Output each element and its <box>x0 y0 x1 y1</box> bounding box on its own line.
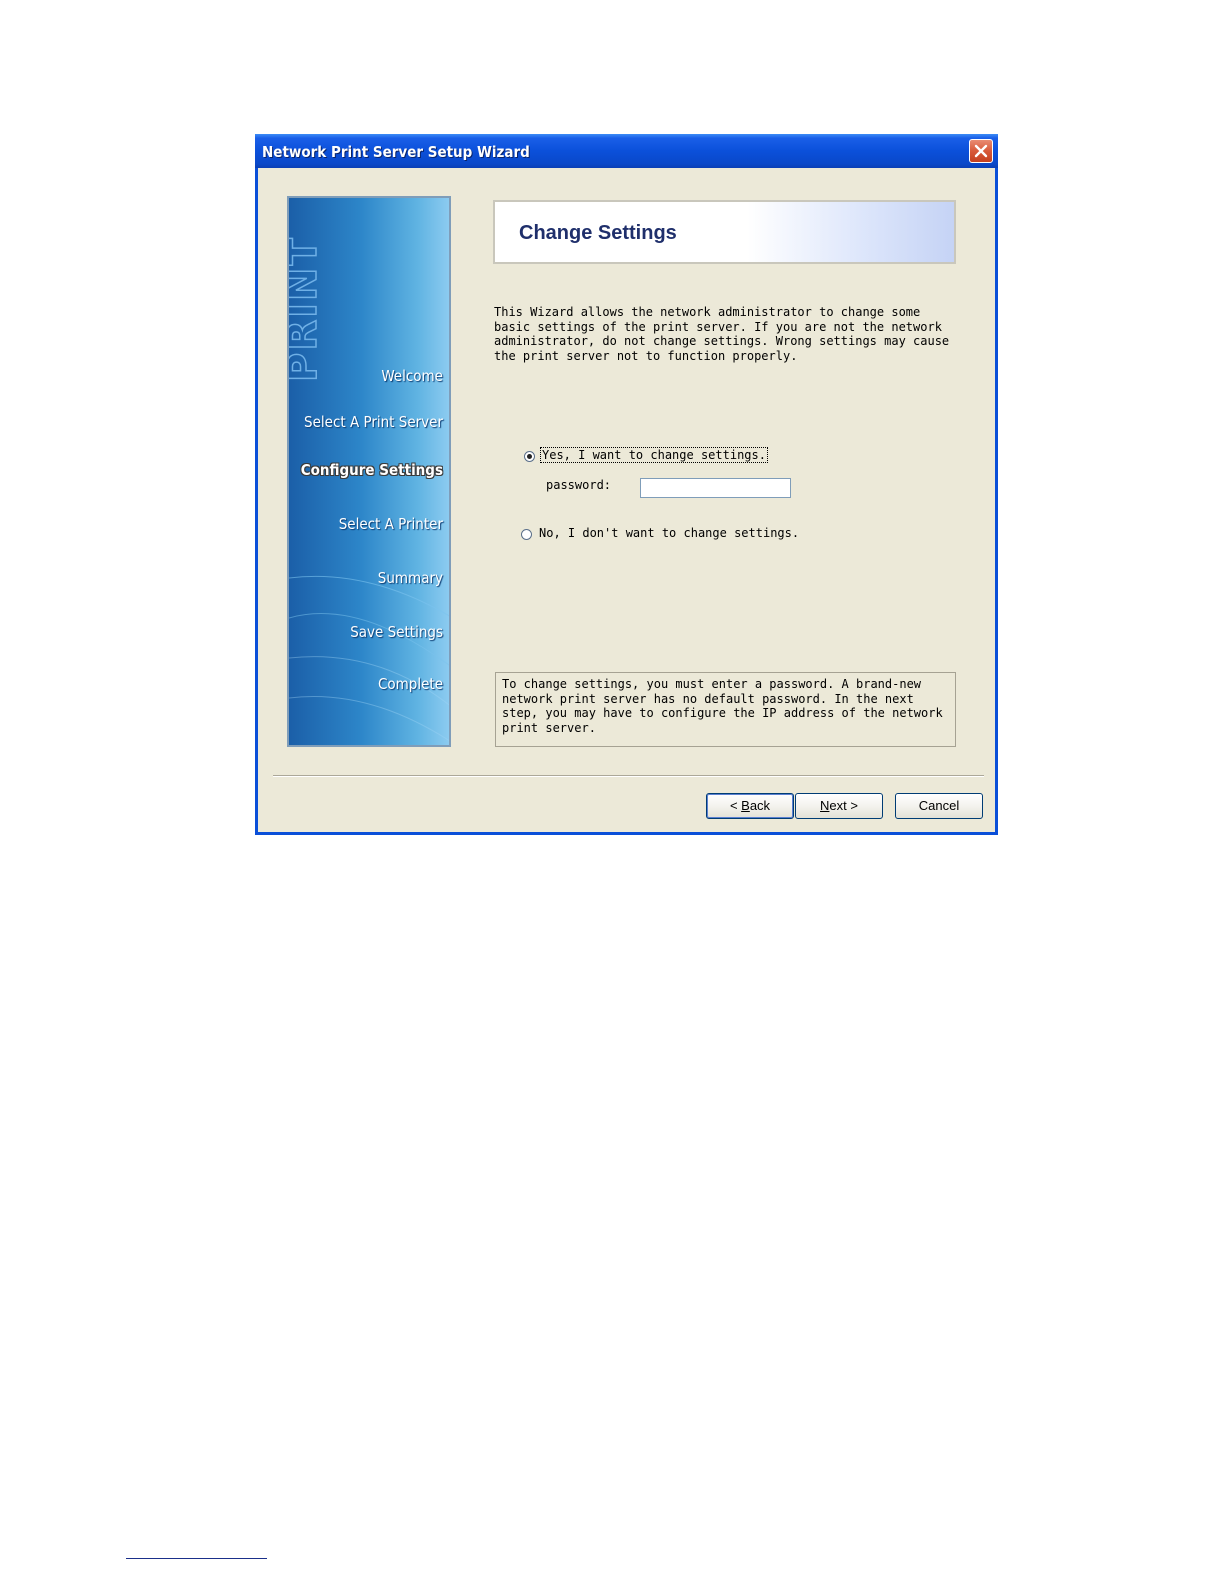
step-select-print-server: Select A Print Server <box>304 413 443 431</box>
step-save-settings: Save Settings <box>350 623 443 641</box>
password-label: password: <box>546 478 612 492</box>
print-watermark-icon: PRINT <box>289 235 323 382</box>
page-header: Change Settings <box>493 200 956 264</box>
window-title: Network Print Server Setup Wizard <box>262 143 530 161</box>
radio-no-label[interactable]: No, I don't want to change settings. <box>539 526 799 541</box>
step-complete: Complete <box>377 675 443 693</box>
page-title: Change Settings <box>519 222 677 244</box>
footer-separator <box>273 775 984 777</box>
title-bar[interactable]: Network Print Server Setup Wizard <box>255 134 998 168</box>
sidebar-watermark: PRINT <box>289 236 323 382</box>
radio-yes-change-settings[interactable] <box>524 451 535 462</box>
info-box: To change settings, you must enter a pas… <box>495 672 956 747</box>
step-configure-settings: Configure Settings <box>300 461 443 479</box>
radio-yes-label[interactable]: Yes, I want to change settings. <box>540 447 768 463</box>
wizard-steps-sidebar: PRINT Welcome Select A Print Server Conf… <box>287 196 451 747</box>
radio-no-change-settings[interactable] <box>521 529 532 540</box>
page-footer-rule <box>126 1558 267 1559</box>
step-welcome: Welcome <box>381 367 443 385</box>
step-select-printer: Select A Printer <box>338 515 443 533</box>
back-button[interactable]: < Back <box>706 793 794 819</box>
radio-selected-dot <box>527 454 532 459</box>
next-button[interactable]: Next > <box>795 793 883 819</box>
password-input[interactable] <box>640 478 791 498</box>
close-button[interactable] <box>969 139 993 163</box>
step-summary: Summary <box>377 569 443 587</box>
wizard-body: PRINT Welcome Select A Print Server Conf… <box>258 168 995 832</box>
wizard-window: Network Print Server Setup Wizard PRINT … <box>255 134 998 835</box>
intro-text: This Wizard allows the network administr… <box>494 305 950 363</box>
cancel-button[interactable]: Cancel <box>895 793 983 819</box>
close-icon <box>974 144 988 158</box>
